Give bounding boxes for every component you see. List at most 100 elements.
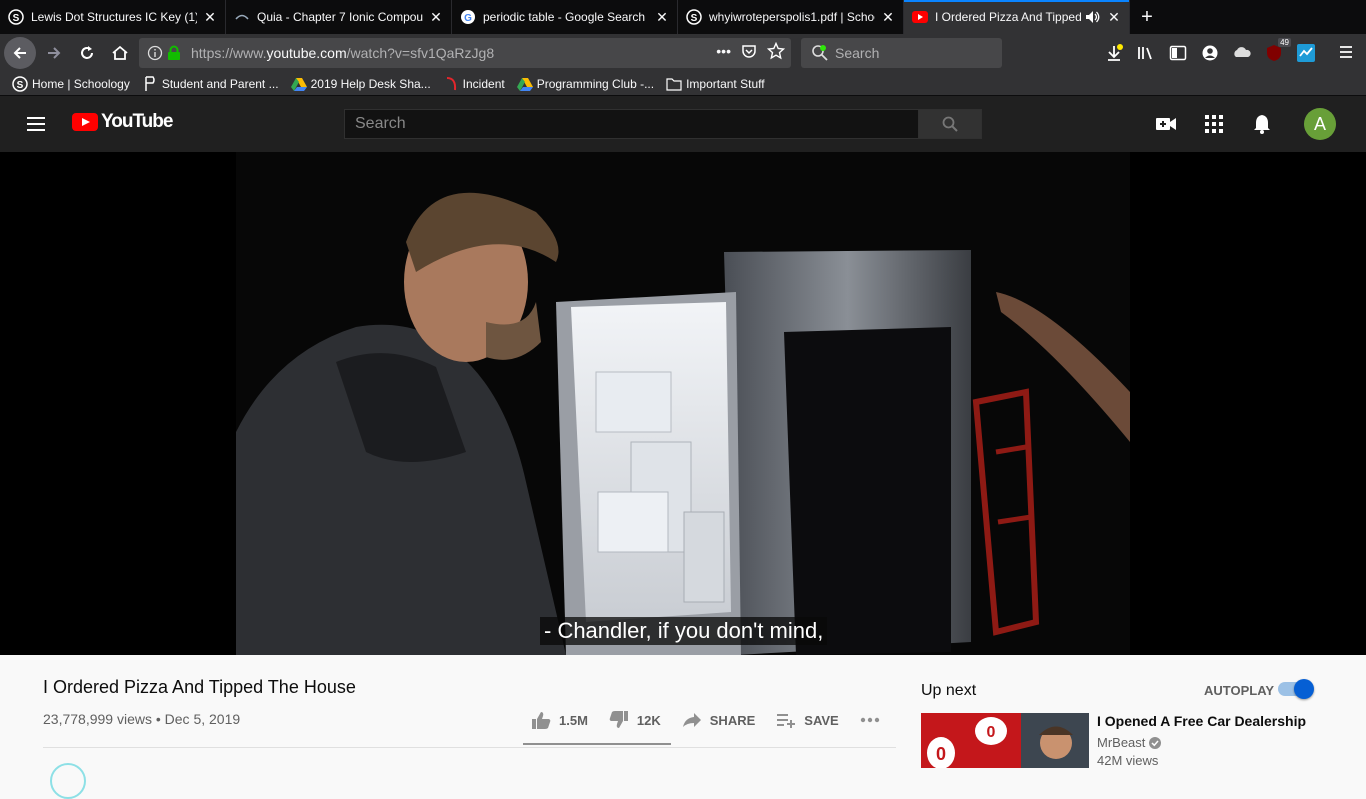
autoplay-toggle[interactable] — [1278, 679, 1314, 699]
youtube-icon — [912, 9, 928, 25]
close-tab-icon[interactable]: ✕ — [655, 9, 669, 26]
more-actions-button[interactable] — [859, 709, 888, 731]
thumbs-up-icon — [530, 709, 552, 731]
like-button[interactable]: 1.5M — [530, 709, 588, 731]
pocket-icon[interactable] — [741, 43, 757, 59]
meta-separator: • — [155, 711, 161, 727]
video-caption: - Chandler, if you don't mind, — [540, 617, 828, 645]
schoology-icon: S — [8, 9, 24, 25]
reload-button[interactable] — [72, 38, 102, 68]
next-video-thumbnail[interactable]: 0 0 — [921, 713, 1089, 768]
apps-grid-icon[interactable] — [1203, 113, 1225, 135]
download-icon[interactable] — [1104, 43, 1124, 63]
video-title: I Ordered Pizza And Tipped The House — [43, 677, 356, 697]
verified-check-icon — [1149, 736, 1162, 749]
close-tab-icon[interactable]: ✕ — [881, 9, 895, 26]
youtube-play-logo-icon — [72, 113, 98, 131]
autoplay-label: AUTOPLAY — [1204, 683, 1275, 698]
url-domain: youtube.com — [266, 45, 347, 61]
library-icon[interactable] — [1136, 43, 1156, 63]
bookmark-schoology[interactable]: S Home | Schoology — [12, 75, 130, 92]
tab-lewis-dot[interactable]: S Lewis Dot Structures IC Key (1) ✕ — [0, 0, 226, 34]
youtube-search-input[interactable]: Search — [344, 109, 919, 139]
tab-youtube-active[interactable]: I Ordered Pizza And Tipped The House ✕ — [904, 0, 1130, 34]
tab-bar: S Lewis Dot Structures IC Key (1) ✕ Quia… — [0, 0, 1366, 34]
share-label: SHARE — [709, 712, 756, 728]
next-video-channel[interactable]: MrBeast — [1097, 735, 1162, 750]
svg-text:0: 0 — [987, 724, 996, 741]
guide-menu-icon[interactable] — [26, 114, 46, 134]
back-button[interactable] — [4, 37, 36, 69]
video-player[interactable]: - Chandler, if you don't mind, — [0, 152, 1366, 655]
forward-button[interactable] — [39, 38, 69, 68]
tab-pdf[interactable]: S whyiwroteperspolis1.pdf | Schoology ✕ — [678, 0, 904, 34]
new-tab-button[interactable]: + — [1130, 0, 1164, 34]
close-tab-icon[interactable]: ✕ — [203, 9, 217, 26]
quia-icon — [234, 9, 250, 25]
ublock-icon[interactable]: 49 — [1264, 38, 1291, 63]
extension-cloud-icon[interactable] — [1232, 43, 1252, 63]
forward-arrow-icon — [48, 47, 61, 59]
drive-icon — [290, 76, 307, 92]
search-icon — [942, 116, 958, 132]
reload-icon — [81, 46, 93, 59]
bookmark-important-stuff[interactable]: Important Stuff — [666, 76, 765, 92]
navigation-bar: https://www.youtube.com/watch?v=sfv1QaRz… — [0, 34, 1366, 72]
create-video-icon[interactable] — [1155, 113, 1177, 135]
info-icon[interactable] — [147, 45, 163, 61]
extension-chart-icon[interactable] — [1296, 43, 1316, 63]
bookmark-help-desk[interactable]: 2019 Help Desk Sha... — [290, 76, 431, 92]
bookmark-label: 2019 Help Desk Sha... — [310, 76, 431, 91]
next-video-views: 42M views — [1097, 753, 1159, 768]
youtube-header: YouTube Search A — [0, 96, 1366, 152]
thumbnail-image: 0 0 — [921, 713, 1089, 768]
bookmark-label: Home | Schoology — [32, 76, 130, 91]
svg-text:S: S — [13, 13, 20, 24]
bookmark-student-parent[interactable]: Student and Parent ... — [142, 75, 279, 92]
toggle-knob — [1294, 679, 1314, 699]
account-icon[interactable] — [1200, 43, 1220, 63]
sidebar-icon[interactable] — [1168, 43, 1188, 63]
video-frame[interactable] — [236, 152, 1130, 655]
tab-google-search[interactable]: G periodic table - Google Search ✕ — [452, 0, 678, 34]
youtube-search-button[interactable] — [918, 109, 982, 139]
google-icon: G — [460, 9, 476, 25]
home-button[interactable] — [105, 38, 135, 68]
share-button[interactable]: SHARE — [681, 709, 756, 731]
user-avatar[interactable]: A — [1304, 108, 1336, 140]
bookmark-programming-club[interactable]: Programming Club -... — [516, 76, 654, 92]
bookmark-label: Important Stuff — [686, 76, 765, 91]
hamburger-menu-icon[interactable] — [1338, 44, 1354, 65]
youtube-logo-text: YouTube — [101, 111, 173, 132]
lock-icon[interactable] — [167, 45, 181, 61]
drive-icon — [516, 76, 533, 92]
tab-title: Quia - Chapter 7 Ionic Compounds — [257, 10, 423, 24]
tab-title: Lewis Dot Structures IC Key (1) — [31, 10, 197, 24]
youtube-logo[interactable]: YouTube — [72, 111, 173, 133]
search-placeholder: Search — [835, 45, 880, 61]
save-button[interactable]: SAVE — [775, 709, 839, 731]
browser-search-field[interactable]: Search — [801, 38, 1002, 68]
bookmark-star-icon[interactable] — [767, 42, 785, 60]
tab-quia[interactable]: Quia - Chapter 7 Ionic Compounds ✕ — [226, 0, 452, 34]
page-actions-icon[interactable]: ••• — [716, 43, 731, 59]
notifications-bell-icon[interactable] — [1251, 113, 1273, 135]
youtube-search-placeholder: Search — [355, 115, 406, 132]
speaker-icon[interactable] — [1085, 10, 1101, 24]
thumbs-down-icon — [608, 709, 630, 731]
bookmark-incident[interactable]: Incident — [443, 76, 505, 92]
section-divider — [43, 747, 896, 748]
home-icon — [112, 45, 128, 60]
address-bar[interactable]: https://www.youtube.com/watch?v=sfv1QaRz… — [139, 38, 791, 68]
like-dislike-ratio-bar — [523, 743, 671, 745]
dislike-count: 12K — [636, 712, 661, 728]
dislike-button[interactable]: 12K — [608, 709, 661, 731]
close-tab-icon[interactable]: ✕ — [1107, 9, 1121, 26]
next-video-title[interactable]: I Opened A Free Car Dealership — [1097, 713, 1306, 729]
channel-avatar[interactable] — [50, 763, 86, 799]
tab-title: whyiwroteperspolis1.pdf | Schoology — [709, 10, 875, 24]
save-label: SAVE — [804, 712, 839, 728]
service-icon — [443, 76, 459, 92]
svg-text:S: S — [691, 13, 698, 24]
close-tab-icon[interactable]: ✕ — [429, 9, 443, 26]
